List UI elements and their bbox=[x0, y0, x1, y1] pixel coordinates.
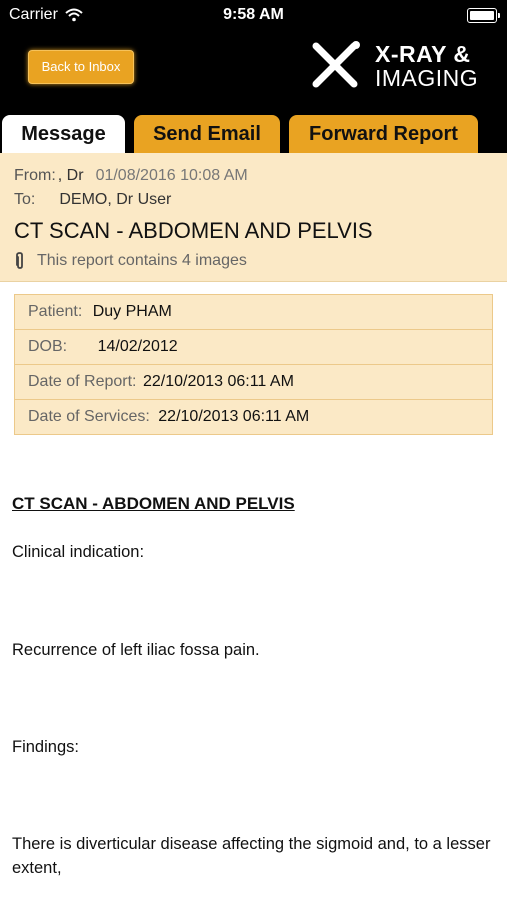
message-header: From:, Dr 01/08/2016 10:08 AM To: DEMO, Dr… bbox=[0, 153, 507, 282]
to-label: To: bbox=[14, 191, 36, 208]
patient-details-table: Patient: Duy PHAM DOB: 14/02/2012 Date o… bbox=[14, 294, 493, 435]
attachments-text: This report contains 4 images bbox=[37, 252, 247, 269]
report-date-row: Date of Report: 22/10/2013 06:11 AM bbox=[15, 365, 492, 400]
report-paragraph: Recurrence of left iliac fossa pain. bbox=[12, 641, 260, 659]
dob-label: DOB: bbox=[28, 338, 68, 355]
patient-label: Patient: bbox=[28, 303, 83, 320]
report-date-label: Date of Report: bbox=[28, 373, 137, 390]
x-logo-icon bbox=[312, 41, 360, 88]
battery-icon bbox=[467, 8, 500, 23]
patient-value: Duy PHAM bbox=[92, 303, 172, 320]
brand-logo: X-RAY & IMAGING bbox=[308, 38, 490, 92]
app-header: Back to Inbox X-RAY & IMAGING Message Se… bbox=[0, 30, 507, 153]
dob-row: DOB: 14/02/2012 bbox=[15, 330, 492, 365]
message-date: 01/08/2016 10:08 AM bbox=[95, 167, 248, 184]
tab-forward-report[interactable]: Forward Report bbox=[289, 115, 478, 153]
to-row: To: DEMO, Dr User bbox=[14, 191, 171, 209]
status-bar: Carrier 9:58 AM bbox=[0, 0, 507, 30]
logo-line1: X-RAY & bbox=[375, 41, 471, 67]
to-name: DEMO, Dr User bbox=[59, 191, 172, 208]
service-date-value: 22/10/2013 06:11 AM bbox=[158, 408, 310, 425]
paperclip-icon bbox=[16, 252, 23, 269]
report-title: CT SCAN - ABDOMEN AND PELVIS bbox=[12, 494, 295, 513]
attachments-link[interactable]: This report contains 4 images bbox=[14, 252, 247, 270]
tab-bar: Message Send Email Forward Report bbox=[0, 113, 507, 153]
service-date-label: Date of Services: bbox=[28, 408, 150, 425]
from-name: , Dr bbox=[57, 167, 84, 184]
tab-message[interactable]: Message bbox=[2, 115, 125, 153]
report-paragraph: Findings: bbox=[12, 738, 79, 756]
back-to-inbox-button[interactable]: Back to Inbox bbox=[28, 50, 134, 84]
report-paragraph: Clinical indication: bbox=[12, 543, 145, 561]
logo-line2: IMAGING bbox=[375, 65, 479, 91]
message-subject: CT SCAN - ABDOMEN AND PELVIS bbox=[14, 218, 373, 243]
dob-value: 14/02/2012 bbox=[97, 338, 178, 355]
report-paragraph: There is diverticular disease affecting … bbox=[12, 835, 491, 877]
patient-row: Patient: Duy PHAM bbox=[15, 295, 492, 330]
report-date-value: 22/10/2013 06:11 AM bbox=[142, 373, 294, 390]
tab-send-email[interactable]: Send Email bbox=[134, 115, 280, 153]
from-row: From:, Dr 01/08/2016 10:08 AM bbox=[14, 167, 248, 185]
from-label: From: bbox=[14, 167, 56, 184]
service-date-row: Date of Services: 22/10/2013 06:11 AM bbox=[15, 400, 492, 434]
status-time: 9:58 AM bbox=[223, 6, 284, 23]
